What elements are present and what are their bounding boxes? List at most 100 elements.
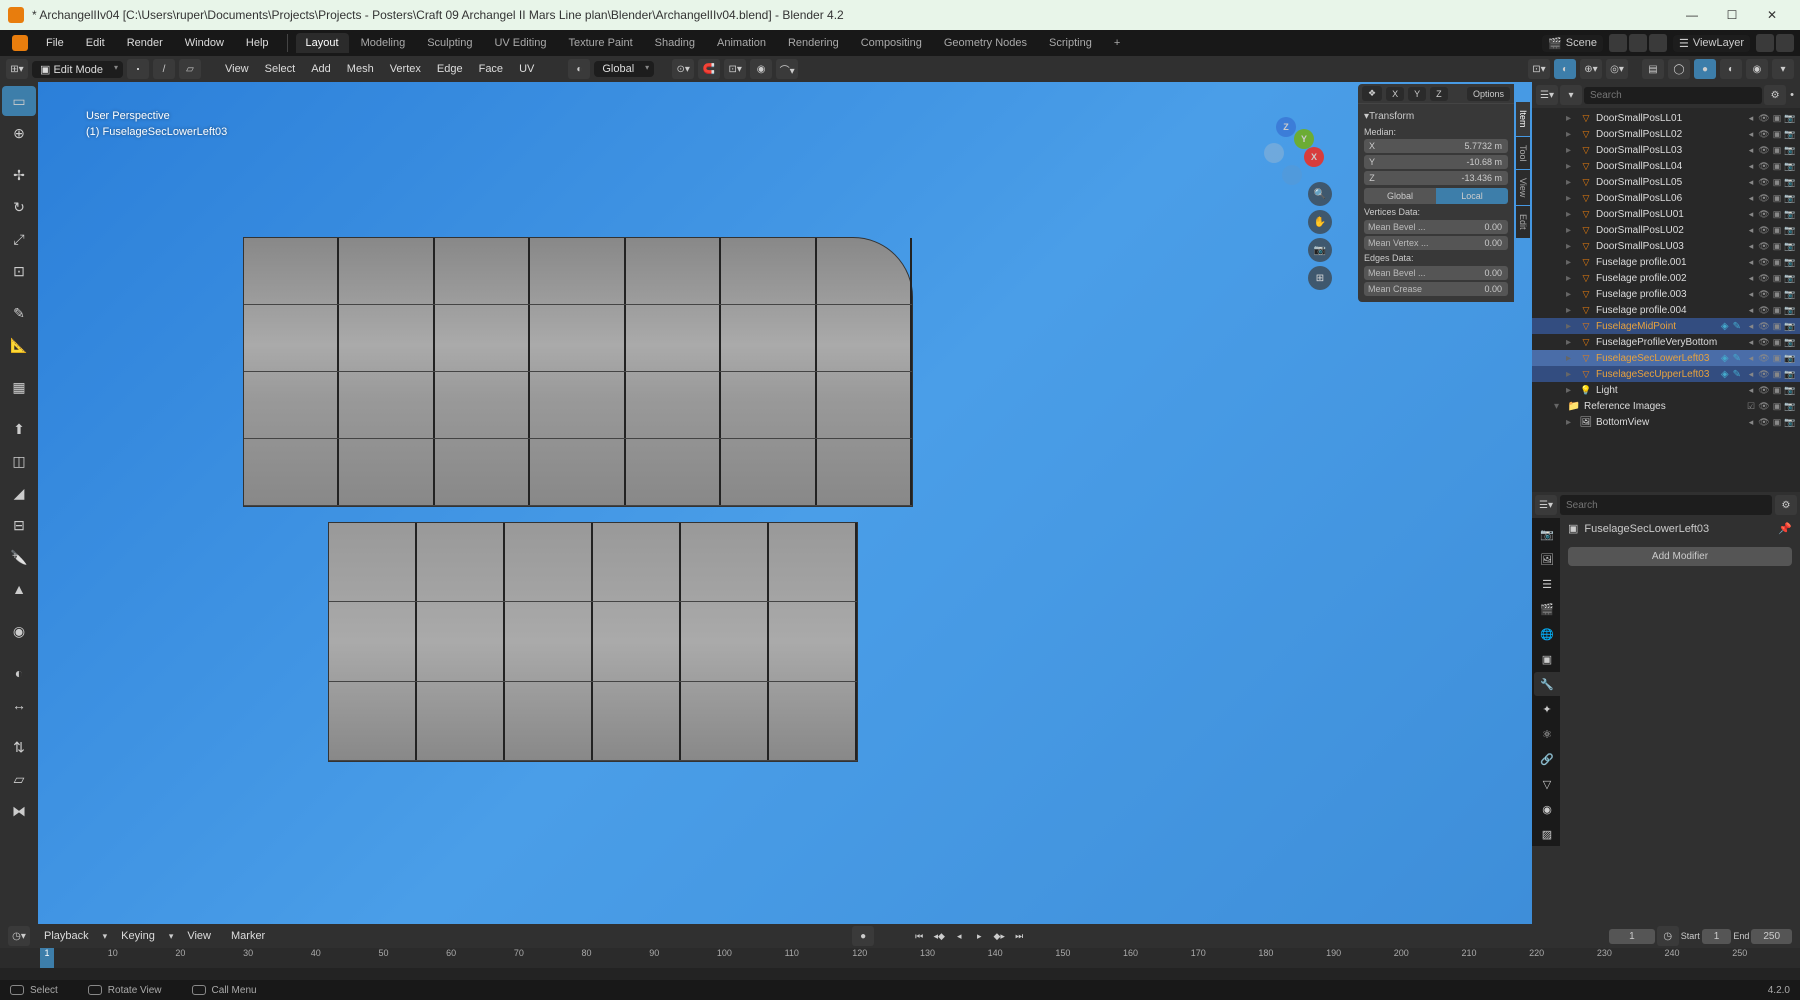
n-tab-view[interactable]: View bbox=[1516, 170, 1530, 205]
ptab-mesh-icon[interactable]: ▽ bbox=[1534, 772, 1560, 796]
tab-shading[interactable]: Shading bbox=[645, 33, 705, 53]
median-z-input[interactable]: -13.436 m bbox=[1380, 171, 1508, 185]
axis-x-btn[interactable]: X bbox=[1386, 87, 1404, 101]
tool-knife[interactable]: 🔪 bbox=[2, 542, 36, 572]
tab-animation[interactable]: Animation bbox=[707, 33, 776, 53]
play-reverse-icon[interactable]: ◂ bbox=[950, 927, 968, 945]
tool-extrude[interactable]: ⬆ bbox=[2, 414, 36, 444]
axis-y-icon[interactable]: Y bbox=[1294, 129, 1314, 149]
jump-start-icon[interactable]: ⏮ bbox=[910, 927, 928, 945]
outliner-item[interactable]: ▸▽Fuselage profile.003◂👁▣📷 bbox=[1532, 286, 1800, 302]
transform-section-header[interactable]: ▾ Transform bbox=[1364, 108, 1508, 125]
mean-bevel-input[interactable]: 0.00 bbox=[1434, 220, 1508, 234]
tab-layout[interactable]: Layout bbox=[296, 33, 349, 53]
axis-x-icon[interactable]: X bbox=[1304, 147, 1324, 167]
delete-scene-icon[interactable] bbox=[1649, 34, 1667, 52]
editor-type-icon[interactable]: ⊞▾ bbox=[6, 59, 28, 79]
tab-rendering[interactable]: Rendering bbox=[778, 33, 849, 53]
menu-edit[interactable]: Edit bbox=[76, 34, 115, 52]
timeline-playback[interactable]: Playback bbox=[38, 927, 95, 945]
outliner-view-icon[interactable]: ▾ bbox=[1560, 85, 1582, 105]
tool-add-cube[interactable]: ▦ bbox=[2, 372, 36, 402]
local-button[interactable]: Local bbox=[1436, 188, 1508, 204]
ptab-output-icon[interactable]: 🖼 bbox=[1534, 547, 1560, 571]
tab-sculpting[interactable]: Sculpting bbox=[417, 33, 482, 53]
camera-view-icon[interactable]: 📷 bbox=[1308, 238, 1332, 262]
jump-end-icon[interactable]: ⏭ bbox=[1010, 927, 1028, 945]
timeline-ruler[interactable]: 1 01020304050607080901001101201301401501… bbox=[0, 948, 1800, 968]
mesh-edit-mode-icon[interactable]: ⊡▾ bbox=[1528, 59, 1550, 79]
window-maximize-button[interactable]: ☐ bbox=[1712, 1, 1752, 29]
window-close-button[interactable]: ✕ bbox=[1752, 1, 1792, 29]
tool-rip[interactable]: ⧓ bbox=[2, 796, 36, 826]
properties-search-input[interactable] bbox=[1560, 495, 1772, 515]
tool-spin[interactable]: ◉ bbox=[2, 616, 36, 646]
median-x-input[interactable]: 5.7732 m bbox=[1380, 139, 1508, 153]
pin-icon[interactable]: 📌 bbox=[1778, 522, 1792, 535]
outliner-filter-icon[interactable]: ⚙ bbox=[1764, 85, 1786, 105]
mean-vertex-input[interactable]: 0.00 bbox=[1434, 236, 1508, 250]
playhead[interactable]: 1 bbox=[40, 948, 54, 968]
shading-rendered-icon[interactable]: ◉ bbox=[1746, 59, 1768, 79]
ptab-material-icon[interactable]: ◉ bbox=[1534, 797, 1560, 821]
tool-bevel[interactable]: ◢ bbox=[2, 478, 36, 508]
tab-modeling[interactable]: Modeling bbox=[351, 33, 416, 53]
current-frame-input[interactable]: 1 bbox=[1609, 929, 1655, 944]
outliner-item[interactable]: ▸▽FuselageMidPoint◈✎◂👁▣📷 bbox=[1532, 318, 1800, 334]
snap-target-icon[interactable]: ⊡▾ bbox=[724, 59, 746, 79]
properties-options-icon[interactable]: ⚙ bbox=[1775, 495, 1797, 515]
keyframe-prev-icon[interactable]: ◂◆ bbox=[930, 927, 948, 945]
new-viewlayer-icon[interactable] bbox=[1756, 34, 1774, 52]
ptab-object-icon[interactable]: ▣ bbox=[1534, 647, 1560, 671]
mean-bevel-edge-input[interactable]: 0.00 bbox=[1434, 266, 1508, 280]
axis-neg-icon[interactable] bbox=[1264, 143, 1284, 163]
timeline-type-icon[interactable]: ◷▾ bbox=[8, 926, 30, 946]
autokey-icon[interactable]: ● bbox=[852, 926, 874, 946]
outliner-item[interactable]: ▸▽DoorSmallPosLL03◂👁▣📷 bbox=[1532, 142, 1800, 158]
nav-gizmo[interactable]: X Y Z bbox=[1264, 117, 1334, 187]
tab-texturepaint[interactable]: Texture Paint bbox=[558, 33, 642, 53]
window-minimize-button[interactable]: — bbox=[1672, 1, 1712, 29]
tab-add[interactable]: + bbox=[1104, 33, 1130, 53]
orientation-dropdown[interactable]: Global bbox=[594, 61, 654, 77]
mode-dropdown[interactable]: ▣ Edit Mode bbox=[32, 61, 123, 78]
tool-annotate[interactable]: ✎ bbox=[2, 298, 36, 328]
tool-scale[interactable]: ⤢ bbox=[2, 224, 36, 254]
shading-solid-icon[interactable]: ● bbox=[1694, 59, 1716, 79]
properties-type-icon[interactable]: ☰▾ bbox=[1535, 495, 1557, 515]
menu-edge[interactable]: Edge bbox=[431, 60, 469, 78]
proportional-icon[interactable]: ◉ bbox=[750, 59, 772, 79]
preview-range-icon[interactable]: ◷ bbox=[1657, 926, 1679, 946]
tool-rotate[interactable]: ↻ bbox=[2, 192, 36, 222]
ortho-toggle-icon[interactable]: ⊞ bbox=[1308, 266, 1332, 290]
median-y-input[interactable]: -10.68 m bbox=[1380, 155, 1508, 169]
face-select-icon[interactable]: ▱ bbox=[179, 59, 201, 79]
axis-z-icon[interactable]: Z bbox=[1276, 117, 1296, 137]
vertex-select-icon[interactable]: ⬝ bbox=[127, 59, 149, 79]
tool-measure[interactable]: 📐 bbox=[2, 330, 36, 360]
outliner-item[interactable]: ▸▽DoorSmallPosLL05◂👁▣📷 bbox=[1532, 174, 1800, 190]
edge-select-icon[interactable]: / bbox=[153, 59, 175, 79]
add-modifier-button[interactable]: + Add Modifier bbox=[1568, 547, 1792, 566]
global-button[interactable]: Global bbox=[1364, 188, 1436, 204]
zoom-icon[interactable]: 🔍 bbox=[1308, 182, 1332, 206]
tool-smooth[interactable]: ◐ bbox=[2, 658, 36, 688]
snap-icon[interactable]: 🧲 bbox=[698, 59, 720, 79]
axis-neg2-icon[interactable] bbox=[1282, 165, 1302, 185]
orientation-icon[interactable]: ◐ bbox=[568, 59, 590, 79]
menu-help[interactable]: Help bbox=[236, 34, 279, 52]
outliner-display-icon[interactable]: ☰▾ bbox=[1536, 85, 1558, 105]
browse-scene-icon[interactable] bbox=[1609, 34, 1627, 52]
viewlayer-selector[interactable]: ☰ ViewLayer bbox=[1673, 35, 1750, 52]
tool-edge-slide[interactable]: ↔ bbox=[2, 690, 36, 720]
tab-uvediting[interactable]: UV Editing bbox=[484, 33, 556, 53]
xyz-icon[interactable]: ❖ bbox=[1362, 86, 1382, 101]
mean-crease-input[interactable]: 0.00 bbox=[1434, 282, 1508, 296]
timeline-marker[interactable]: Marker bbox=[225, 927, 271, 945]
outliner-item[interactable]: ▸▽DoorSmallPosLL06◂👁▣📷 bbox=[1532, 190, 1800, 206]
ptab-particles-icon[interactable]: ✦ bbox=[1534, 697, 1560, 721]
menu-mesh[interactable]: Mesh bbox=[341, 60, 380, 78]
tool-transform[interactable]: ⊡ bbox=[2, 256, 36, 286]
play-icon[interactable]: ▸ bbox=[970, 927, 988, 945]
frame-start-input[interactable]: 1 bbox=[1702, 929, 1732, 944]
